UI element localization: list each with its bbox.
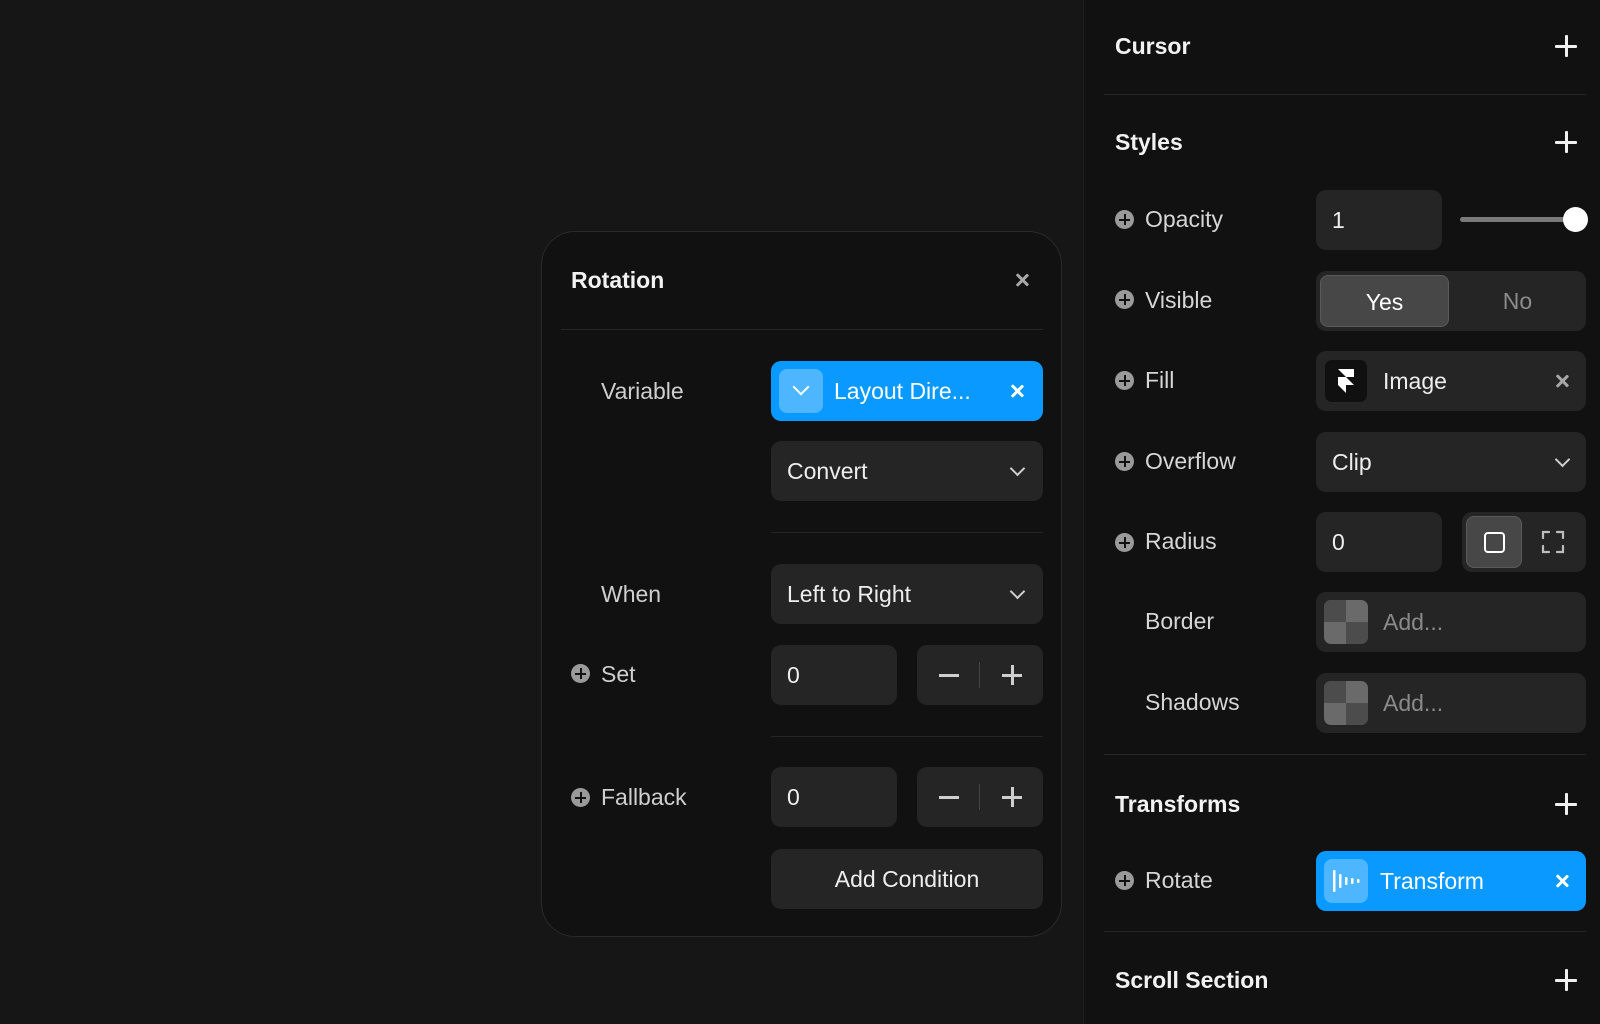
fill-remove-close-icon[interactable] xyxy=(1554,373,1570,389)
section-title-scroll-section: Scroll Section xyxy=(1115,967,1269,993)
border-color-swatch xyxy=(1324,600,1368,644)
set-stepper xyxy=(917,645,1043,705)
section-title-transforms: Transforms xyxy=(1115,791,1241,817)
radius-label: Radius xyxy=(1145,528,1217,554)
overflow-select[interactable]: Clip xyxy=(1316,432,1586,492)
stepper-divider xyxy=(979,662,980,688)
rotate-variable-field[interactable]: Transform xyxy=(1316,851,1586,911)
set-label: Set xyxy=(601,661,636,687)
add-style-plus-icon[interactable] xyxy=(1553,129,1579,155)
set-input[interactable]: 0 xyxy=(771,645,897,705)
fill-field[interactable]: Image xyxy=(1316,351,1586,411)
opacity-slider-track[interactable] xyxy=(1460,217,1576,222)
opacity-value: 1 xyxy=(1332,207,1345,233)
opacity-input[interactable]: 1 xyxy=(1316,190,1442,250)
stepper-divider xyxy=(979,784,980,810)
add-condition-button[interactable]: Add Condition xyxy=(771,849,1043,909)
convert-value: Convert xyxy=(787,458,868,484)
variable-label: Variable xyxy=(601,378,684,404)
visible-toggle: Yes No xyxy=(1316,271,1586,331)
when-chevron-down-icon xyxy=(1009,583,1026,600)
fallback-input[interactable]: 0 xyxy=(771,767,897,827)
set-increment-plus-icon[interactable] xyxy=(1002,665,1022,685)
convert-select[interactable]: Convert xyxy=(771,441,1043,501)
fill-add-circle-icon[interactable] xyxy=(1115,371,1134,390)
shadows-color-swatch xyxy=(1324,681,1368,725)
section-title-cursor: Cursor xyxy=(1115,33,1191,59)
visible-yes-button[interactable]: Yes xyxy=(1320,275,1449,327)
shadows-label: Shadows xyxy=(1145,689,1240,715)
fill-label: Fill xyxy=(1145,367,1175,393)
opacity-label: Opacity xyxy=(1145,206,1223,232)
variable-value: Layout Dire... xyxy=(834,378,971,404)
fallback-decrement-minus-icon[interactable] xyxy=(939,796,959,799)
popover-divider xyxy=(771,532,1043,533)
add-cursor-plus-icon[interactable] xyxy=(1553,33,1579,59)
section-divider xyxy=(1104,94,1586,95)
chevron-down-icon xyxy=(792,378,810,396)
overflow-add-circle-icon[interactable] xyxy=(1115,452,1134,471)
rotate-value: Transform xyxy=(1380,868,1484,894)
fallback-stepper xyxy=(917,767,1043,827)
radius-mode-toggle xyxy=(1462,512,1586,572)
radius-value: 0 xyxy=(1332,529,1345,555)
rotate-add-circle-icon[interactable] xyxy=(1115,871,1134,890)
fallback-label: Fallback xyxy=(601,784,687,810)
opacity-slider-knob[interactable] xyxy=(1563,207,1588,232)
popover-title: Rotation xyxy=(571,267,665,293)
square-icon xyxy=(1484,532,1505,553)
popover-close-icon[interactable] xyxy=(1014,272,1030,288)
fallback-value: 0 xyxy=(787,784,800,810)
rotate-label: Rotate xyxy=(1145,867,1213,893)
fallback-increment-plus-icon[interactable] xyxy=(1002,787,1022,807)
when-select[interactable]: Left to Right xyxy=(771,564,1043,624)
border-label: Border xyxy=(1145,608,1215,634)
section-title-styles: Styles xyxy=(1115,129,1183,155)
convert-chevron-down-icon xyxy=(1009,460,1026,477)
radius-input[interactable]: 0 xyxy=(1316,512,1442,572)
fill-value: Image xyxy=(1383,368,1447,394)
popover-header-divider xyxy=(561,329,1043,330)
popover-divider xyxy=(771,736,1043,737)
set-add-circle-icon[interactable] xyxy=(571,664,590,683)
shadows-placeholder: Add... xyxy=(1383,690,1444,716)
shadows-field[interactable]: Add... xyxy=(1316,673,1586,733)
when-value: Left to Right xyxy=(787,581,912,607)
add-transform-plus-icon[interactable] xyxy=(1553,791,1579,817)
fallback-add-circle-icon[interactable] xyxy=(571,788,590,807)
radius-uniform-button[interactable] xyxy=(1466,516,1522,568)
set-decrement-minus-icon[interactable] xyxy=(939,674,959,677)
radius-add-circle-icon[interactable] xyxy=(1115,533,1134,552)
rotate-remove-close-icon[interactable] xyxy=(1554,873,1570,889)
when-label: When xyxy=(601,581,662,607)
section-divider xyxy=(1104,754,1586,755)
border-field[interactable]: Add... xyxy=(1316,592,1586,652)
variable-remove-close-icon[interactable] xyxy=(1009,383,1025,399)
set-value: 0 xyxy=(787,662,800,688)
overflow-chevron-down-icon xyxy=(1554,451,1571,468)
overflow-label: Overflow xyxy=(1145,448,1236,474)
framer-logo-icon xyxy=(1325,360,1367,402)
border-placeholder: Add... xyxy=(1383,609,1444,635)
transform-bars-icon xyxy=(1324,859,1368,903)
variable-chevron-button[interactable] xyxy=(779,369,823,413)
panel-divider xyxy=(1083,0,1084,1024)
overflow-value: Clip xyxy=(1332,449,1372,475)
visible-add-circle-icon[interactable] xyxy=(1115,290,1134,309)
radius-individual-corners-icon[interactable] xyxy=(1540,529,1566,555)
variable-field[interactable]: Layout Dire... xyxy=(771,361,1043,421)
section-divider xyxy=(1104,931,1586,932)
add-scroll-section-plus-icon[interactable] xyxy=(1553,967,1579,993)
opacity-add-circle-icon[interactable] xyxy=(1115,210,1134,229)
visible-label: Visible xyxy=(1145,287,1213,313)
visible-no-button[interactable]: No xyxy=(1453,275,1582,327)
